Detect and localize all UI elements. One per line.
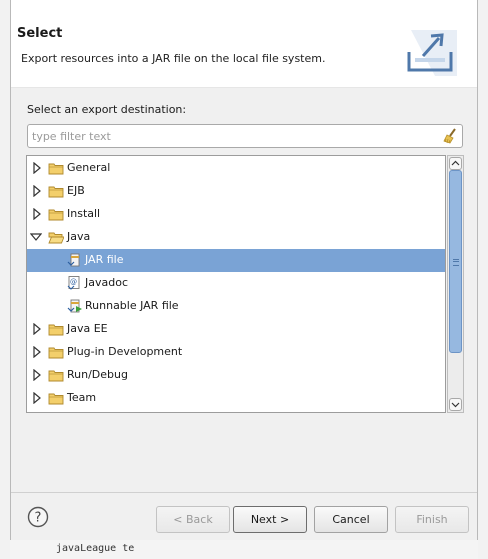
finish-button[interactable]: Finish [395, 506, 469, 533]
page-title: Select [17, 26, 63, 41]
tree-item-label: EJB [67, 184, 85, 197]
chevron-right-icon[interactable] [31, 208, 43, 220]
folder-icon [48, 370, 64, 382]
tree-item-label: Team [67, 391, 97, 404]
export-wizard-dialog: Select Export resources into a JAR file … [10, 0, 478, 540]
svg-text:?: ? [35, 511, 42, 526]
chevron-right-icon[interactable] [31, 323, 43, 335]
filter-input[interactable]: type filter text [27, 124, 463, 148]
export-wizard-icon [407, 30, 457, 76]
tree-item-runnable-jar-file[interactable]: Runnable JAR file [27, 295, 445, 318]
folder-icon [48, 324, 64, 336]
scroll-thumb[interactable] [449, 170, 462, 353]
tree-item-ejb[interactable]: EJB [27, 180, 445, 203]
folder-icon [48, 209, 64, 221]
chevron-right-icon[interactable] [31, 162, 43, 174]
runnable-jar-icon [67, 299, 82, 313]
tree-item-label: Java EE [67, 322, 108, 335]
chevron-right-icon[interactable] [31, 369, 43, 381]
back-button[interactable]: < Back [156, 506, 230, 533]
page-description: Export resources into a JAR file on the … [21, 52, 326, 65]
tree-item-team[interactable]: Team [27, 387, 445, 410]
tree-item-label: Javadoc [85, 276, 128, 289]
javadoc-icon: @ [67, 276, 80, 290]
grip-icon [453, 259, 459, 266]
background-editor-right [478, 0, 488, 559]
broom-clear-icon[interactable] [442, 128, 458, 144]
chevron-up-icon [451, 160, 460, 166]
tree-item-install[interactable]: Install [27, 203, 445, 226]
tree-item-java[interactable]: Java [27, 226, 445, 249]
tree-item-general[interactable]: General [27, 157, 445, 180]
help-icon[interactable]: ? [27, 506, 49, 528]
tree-item-java-ee[interactable]: Java EE [27, 318, 445, 341]
folder-open-icon [48, 232, 64, 244]
destination-label: Select an export destination: [27, 103, 187, 116]
tree-item-label: Java [67, 230, 91, 243]
header-separator [11, 87, 477, 88]
chevron-down-icon [451, 402, 460, 408]
scroll-up-button[interactable] [449, 157, 462, 170]
filter-placeholder[interactable]: type filter text [32, 130, 111, 143]
background-editor-left [0, 0, 10, 559]
tree-item-plugin-development[interactable]: Plug-in Development [27, 341, 445, 364]
chevron-down-icon[interactable] [30, 231, 42, 243]
tree-item-label: Plug-in Development [67, 345, 183, 358]
tree-item-label: JAR file [85, 253, 124, 266]
cancel-button[interactable]: Cancel [314, 506, 388, 533]
button-bar-separator [11, 492, 477, 493]
tree-item-run-debug[interactable]: Run/Debug [27, 364, 445, 387]
tree-item-label: Install [67, 207, 101, 220]
background-editor-bottom: javaLeague te [10, 540, 478, 559]
tree-item-javadoc[interactable]: @ Javadoc [27, 272, 445, 295]
chevron-right-icon[interactable] [31, 392, 43, 404]
scroll-down-button[interactable] [449, 398, 462, 411]
tree-item-label: Runnable JAR file [85, 299, 179, 312]
export-destination-tree[interactable]: General EJB Install Java JAR file @ Java… [26, 155, 446, 413]
chevron-right-icon[interactable] [31, 346, 43, 358]
background-code-snippet: javaLeague te [56, 543, 135, 554]
folder-icon [48, 347, 64, 359]
folder-icon [48, 163, 64, 175]
jar-file-icon [67, 253, 80, 267]
tree-vertical-scrollbar[interactable] [447, 155, 464, 413]
folder-icon [48, 393, 64, 405]
chevron-right-icon[interactable] [31, 185, 43, 197]
tree-item-jar-file[interactable]: JAR file [27, 249, 445, 272]
next-button[interactable]: Next > [233, 506, 307, 533]
folder-icon [48, 186, 64, 198]
svg-text:@: @ [70, 278, 77, 286]
wizard-header: Select Export resources into a JAR file … [11, 0, 477, 88]
tree-item-label: Run/Debug [67, 368, 128, 381]
tree-item-label: General [67, 161, 111, 174]
